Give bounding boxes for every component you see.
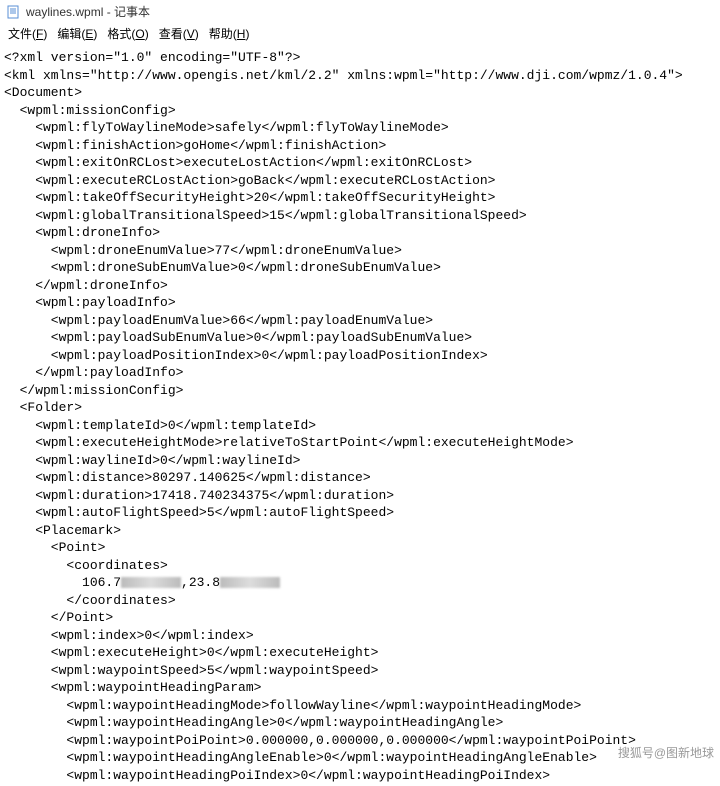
text-line: <wpml:takeOffSecurityHeight>20</wpml:tak… [4, 189, 716, 207]
text-line: <wpml:waypointSpeed>5</wpml:waypointSpee… [4, 662, 716, 680]
menu-file[interactable]: 文件(F) [4, 24, 51, 43]
text-line: 106.7,23.8 [4, 574, 716, 592]
text-line: <wpml:duration>17418.740234375</wpml:dur… [4, 487, 716, 505]
redacted-text [121, 577, 181, 588]
watermark: 搜狐号@图新地球 [618, 744, 714, 761]
text-content-area[interactable]: <?xml version="1.0" encoding="UTF-8"?><k… [0, 47, 720, 786]
text-line: <wpml:finishAction>goHome</wpml:finishAc… [4, 137, 716, 155]
menu-view[interactable]: 查看(V) [155, 24, 203, 43]
text-line: <wpml:flyToWaylineMode>safely</wpml:flyT… [4, 119, 716, 137]
text-line: <wpml:missionConfig> [4, 102, 716, 120]
text-line: <wpml:waypointHeadingAngleEnable>0</wpml… [4, 749, 716, 767]
text-line: <wpml:waypointHeadingPoiIndex>0</wpml:wa… [4, 767, 716, 785]
text-line: </wpml:droneInfo> [4, 277, 716, 295]
text-line: <Document> [4, 84, 716, 102]
text-line: <wpml:exitOnRCLost>executeLostAction</wp… [4, 154, 716, 172]
text-line: </Point> [4, 609, 716, 627]
text-line: <wpml:waypointHeadingMode>followWayline<… [4, 697, 716, 715]
menubar: 文件(F) 编辑(E) 格式(O) 查看(V) 帮助(H) [0, 22, 720, 47]
text-line: <wpml:payloadSubEnumValue>0</wpml:payloa… [4, 329, 716, 347]
text-line: <wpml:executeRCLostAction>goBack</wpml:e… [4, 172, 716, 190]
menu-help[interactable]: 帮助(H) [205, 24, 254, 43]
text-line: <wpml:index>0</wpml:index> [4, 627, 716, 645]
text-line: <wpml:waylineId>0</wpml:waylineId> [4, 452, 716, 470]
text-line: <wpml:droneSubEnumValue>0</wpml:droneSub… [4, 259, 716, 277]
text-line: <kml xmlns="http://www.opengis.net/kml/2… [4, 67, 716, 85]
text-line: <wpml:payloadInfo> [4, 294, 716, 312]
text-line: <wpml:droneEnumValue>77</wpml:droneEnumV… [4, 242, 716, 260]
text-line: <wpml:autoFlightSpeed>5</wpml:autoFlight… [4, 504, 716, 522]
text-line: <wpml:droneInfo> [4, 224, 716, 242]
text-line: <wpml:waypointHeadingParam> [4, 679, 716, 697]
text-line: <wpml:executeHeight>0</wpml:executeHeigh… [4, 644, 716, 662]
text-line: <Folder> [4, 399, 716, 417]
menu-edit[interactable]: 编辑(E) [53, 24, 101, 43]
text-line: <wpml:waypointHeadingAngle>0</wpml:waypo… [4, 714, 716, 732]
menu-format[interactable]: 格式(O) [103, 24, 152, 43]
text-line: <wpml:payloadPositionIndex>0</wpml:paylo… [4, 347, 716, 365]
window-title: waylines.wpml - 记事本 [26, 3, 150, 20]
text-line: <wpml:globalTransitionalSpeed>15</wpml:g… [4, 207, 716, 225]
text-line: </wpml:payloadInfo> [4, 364, 716, 382]
text-line: <Placemark> [4, 522, 716, 540]
text-line: </coordinates> [4, 592, 716, 610]
text-line: </wpml:missionConfig> [4, 382, 716, 400]
window-titlebar: waylines.wpml - 记事本 [0, 0, 720, 22]
text-line: <wpml:distance>80297.140625</wpml:distan… [4, 469, 716, 487]
redacted-text [220, 577, 280, 588]
text-line: <wpml:executeHeightMode>relativeToStartP… [4, 434, 716, 452]
text-line: <coordinates> [4, 557, 716, 575]
text-line: <wpml:waypointPoiPoint>0.000000,0.000000… [4, 732, 716, 750]
text-line: <wpml:templateId>0</wpml:templateId> [4, 417, 716, 435]
notepad-icon [6, 4, 22, 20]
text-line: <wpml:payloadEnumValue>66</wpml:payloadE… [4, 312, 716, 330]
text-line: <?xml version="1.0" encoding="UTF-8"?> [4, 49, 716, 67]
text-line: <Point> [4, 539, 716, 557]
